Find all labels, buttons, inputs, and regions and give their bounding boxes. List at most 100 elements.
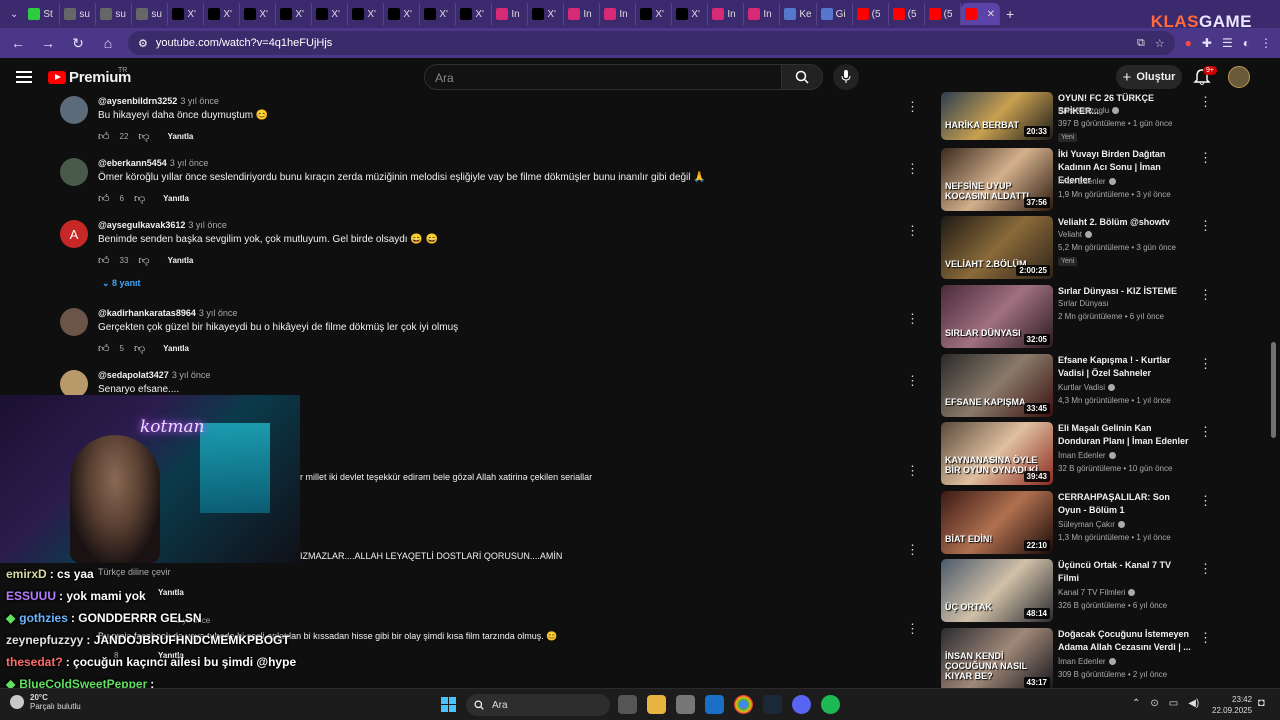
like-icon[interactable]: 👍︎ <box>98 342 110 355</box>
reply-button[interactable]: Yanıtla <box>168 256 194 265</box>
dislike-icon[interactable]: 👎︎ <box>134 192 145 205</box>
browser-tab[interactable]: X' <box>312 3 349 25</box>
comment-author[interactable]: @sedapolat3427 <box>98 370 169 380</box>
video-title[interactable]: Doğacak Çocuğunu İstemeyen Adama Allah C… <box>1058 628 1194 654</box>
show-replies-button[interactable]: ⌄ 8 yanıt <box>102 278 141 289</box>
video-title[interactable]: Sırlar Dünyası - KIZ İSTEME <box>1058 285 1194 298</box>
channel-name[interactable]: Enis Kirazoglu <box>1058 106 1109 115</box>
video-more-icon[interactable]: ⋮ <box>1199 218 1212 234</box>
steam-icon[interactable] <box>763 695 782 714</box>
weather-widget[interactable]: 20°C Parçalı bulutlu <box>10 693 81 711</box>
video-title[interactable]: CERRAHPAŞALILAR: Son Oyun - Bölüm 1 <box>1058 491 1194 517</box>
new-tab-button[interactable]: + <box>1000 6 1020 22</box>
video-thumbnail[interactable]: HARİKA BERBAT 20:33 <box>941 92 1053 140</box>
comment-more-icon[interactable]: ⋮ <box>906 622 919 635</box>
install-app-icon[interactable]: ⧉ <box>1137 37 1145 50</box>
reading-list-icon[interactable]: ☰ <box>1222 36 1233 50</box>
windows-start-icon[interactable] <box>441 697 456 712</box>
comment-more-icon[interactable]: ⋮ <box>906 162 919 175</box>
comment-author[interactable]: @eberkann5454 <box>98 158 167 168</box>
channel-name[interactable]: Kurtlar Vadisi <box>1058 383 1105 392</box>
video-title[interactable]: Efsane Kapışma ! - Kurtlar Vadisi | Özel… <box>1058 354 1194 380</box>
comment-more-icon[interactable]: ⋮ <box>906 543 919 556</box>
profile-avatar-icon[interactable]: ◐ <box>1243 36 1250 50</box>
like-icon[interactable]: 👍︎ <box>98 254 110 267</box>
channel-name[interactable]: Süleyman Çakır <box>1058 520 1115 529</box>
close-tab-icon[interactable]: ✕ <box>987 9 995 20</box>
browser-tab[interactable]: Ke <box>780 3 817 25</box>
browser-tab[interactable]: In <box>708 3 745 25</box>
like-icon[interactable]: 👍︎ <box>98 130 110 143</box>
browser-tab[interactable]: (5 <box>853 3 889 25</box>
forward-icon[interactable]: → <box>38 33 58 53</box>
recommended-video[interactable]: ÜÇ ORTAK 48:14 Üçüncü Ortak - Kanal 7 TV F… <box>940 559 1220 625</box>
channel-name[interactable]: Kanal 7 TV Filmleri <box>1058 588 1125 597</box>
commenter-avatar[interactable] <box>60 96 88 124</box>
browser-tab[interactable]: In <box>600 3 637 25</box>
comment-author[interactable]: @aysegulkavak3612 <box>98 220 185 230</box>
browser-tab[interactable]: X' <box>672 3 709 25</box>
browser-tab[interactable]: In <box>564 3 601 25</box>
network-icon[interactable]: ▭ <box>1169 698 1178 709</box>
channel-name[interactable]: Veliaht <box>1058 230 1082 239</box>
browser-tab[interactable]: In <box>744 3 781 25</box>
reload-icon[interactable]: ↻ <box>68 33 88 53</box>
recommended-video[interactable]: İNSAN KENDİ ÇOCUĞUNA NASIL KIYAR BE? 43:1… <box>940 628 1220 688</box>
recommended-video[interactable]: BİAT EDİN! 22:10 CERRAHPAŞALILAR: Son Oyun… <box>940 491 1220 557</box>
system-clock[interactable]: 23:42 22.09.2025 <box>1212 694 1252 716</box>
discord-icon[interactable] <box>792 695 811 714</box>
microphone-tray-icon[interactable]: ⊙ <box>1150 698 1158 709</box>
browser-tab[interactable]: X' <box>636 3 673 25</box>
comment-more-icon[interactable]: ⋮ <box>906 312 919 325</box>
like-icon[interactable]: 👍︎ <box>98 192 110 205</box>
video-title[interactable]: Eli Maşalı Gelinin Kan Donduran Planı | … <box>1058 422 1194 448</box>
dislike-icon[interactable]: 👎︎ <box>138 254 149 267</box>
comment-more-icon[interactable]: ⋮ <box>906 100 919 113</box>
site-info-icon[interactable]: ⚙ <box>138 37 148 50</box>
video-more-icon[interactable]: ⋮ <box>1199 561 1212 577</box>
video-title[interactable]: Üçüncü Ortak - Kanal 7 TV Filmi <box>1058 559 1194 585</box>
browser-tab[interactable]: X' <box>168 3 205 25</box>
channel-name[interactable]: İman Edenler <box>1058 177 1106 186</box>
dislike-icon[interactable]: 👎︎ <box>134 342 145 355</box>
commenter-avatar[interactable] <box>60 370 88 398</box>
channel-name[interactable]: Sırlar Dünyası <box>1058 299 1109 308</box>
browser-tab[interactable]: X' <box>348 3 385 25</box>
video-thumbnail[interactable]: ÜÇ ORTAK 48:14 <box>941 559 1053 622</box>
channel-name[interactable]: İman Edenler <box>1058 657 1106 666</box>
video-thumbnail[interactable]: KAYNANASINA ÖYLE BİR OYUN OYNADI Kİ 39:43 <box>941 422 1053 485</box>
commenter-avatar[interactable] <box>60 308 88 336</box>
browser-tab[interactable]: Gi <box>817 3 853 25</box>
video-thumbnail[interactable]: EFSANE KAPIŞMA 33:45 <box>941 354 1053 417</box>
comment-author[interactable]: @kadirhankaratas8964 <box>98 308 196 318</box>
taskbar-search[interactable]: Ara <box>466 694 610 716</box>
comment-more-icon[interactable]: ⋮ <box>906 464 919 477</box>
account-avatar[interactable] <box>1228 66 1250 88</box>
recommended-video[interactable]: SIRLAR DÜNYASI 32:05 Sırlar Dünyası - KIZ … <box>940 285 1220 351</box>
page-scrollbar[interactable] <box>1271 342 1276 438</box>
video-more-icon[interactable]: ⋮ <box>1199 493 1212 509</box>
voice-search-button[interactable] <box>833 64 859 90</box>
browser-tab[interactable]: su <box>60 3 97 25</box>
outlook-icon[interactable] <box>705 695 724 714</box>
chrome-icon[interactable] <box>734 695 753 714</box>
video-more-icon[interactable]: ⋮ <box>1199 630 1212 646</box>
commenter-avatar[interactable] <box>60 158 88 186</box>
spotify-icon[interactable] <box>821 695 840 714</box>
recommended-video[interactable]: NEFSİNE UYUP KOCASINI ALDATTI 37:56 İki Yu… <box>940 148 1220 214</box>
video-more-icon[interactable]: ⋮ <box>1199 287 1212 303</box>
reply-button[interactable]: Yanıtla <box>163 344 189 353</box>
video-thumbnail[interactable]: SIRLAR DÜNYASI 32:05 <box>941 285 1053 348</box>
video-thumbnail[interactable]: NEFSİNE UYUP KOCASINI ALDATTI 37:56 <box>941 148 1053 211</box>
browser-tab[interactable]: X' <box>528 3 565 25</box>
browser-tab[interactable]: X' <box>204 3 241 25</box>
create-button[interactable]: + Oluştur <box>1116 65 1182 89</box>
video-thumbnail[interactable]: VELİAHT 2.BÖLÜM 2:00:25 <box>941 216 1053 279</box>
comment-more-icon[interactable]: ⋮ <box>906 374 919 387</box>
channel-name[interactable]: İman Edenler <box>1058 451 1106 460</box>
reply-button[interactable]: Yanıtla <box>163 194 189 203</box>
video-more-icon[interactable]: ⋮ <box>1199 94 1212 110</box>
browser-tab[interactable]: (5 <box>889 3 925 25</box>
bookmark-star-icon[interactable]: ☆ <box>1155 37 1165 50</box>
comment-author[interactable]: @aysenbildrn3252 <box>98 96 177 106</box>
